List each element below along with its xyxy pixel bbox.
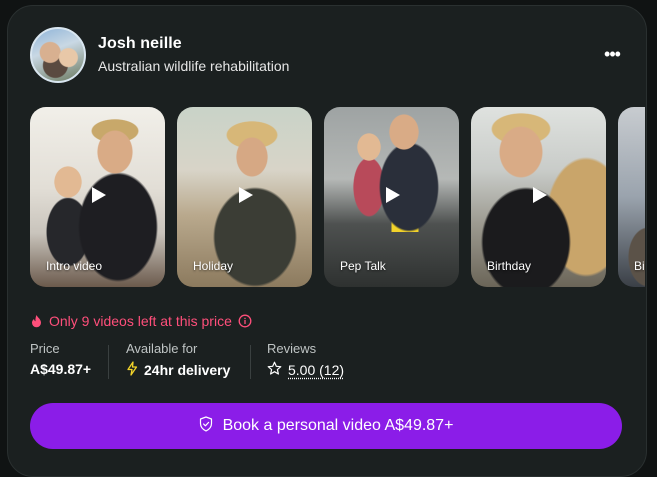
play-icon	[239, 187, 253, 203]
star-icon	[267, 361, 282, 379]
video-card-intro[interactable]: Intro video	[30, 107, 165, 287]
play-icon	[92, 187, 106, 203]
availability-warning-text: Only 9 videos left at this price	[49, 313, 232, 329]
video-carousel[interactable]: Intro video Holiday Pep Talk Birthday Bi	[30, 107, 645, 287]
availability-label: Available for	[126, 341, 230, 356]
play-icon	[533, 187, 547, 203]
book-video-button[interactable]: Book a personal video A$49.87+	[30, 403, 622, 449]
video-label: Holiday	[193, 259, 233, 273]
availability-warning: Only 9 videos left at this price	[30, 313, 252, 329]
book-video-button-label: Book a personal video A$49.87+	[223, 417, 454, 435]
divider	[250, 345, 251, 379]
video-card-partial[interactable]: Bi	[618, 107, 645, 287]
avatar[interactable]	[30, 27, 86, 83]
shield-check-icon	[199, 416, 213, 437]
video-label: Intro video	[46, 259, 102, 273]
video-card-pep-talk[interactable]: Pep Talk	[324, 107, 459, 287]
creator-subtitle: Australian wildlife rehabilitation	[98, 58, 289, 74]
more-dots-icon[interactable]: •••	[600, 42, 624, 66]
video-label: Pep Talk	[340, 259, 386, 273]
price-label: Price	[30, 341, 91, 356]
stats-row: Price A$49.87+ Available for 24hr delive…	[30, 341, 630, 381]
lightning-icon	[126, 361, 138, 379]
reviews-link[interactable]: 5.00 (12)	[288, 362, 344, 378]
video-label: Birthday	[487, 259, 531, 273]
video-card-birthday[interactable]: Birthday	[471, 107, 606, 287]
price-stat: Price A$49.87+	[30, 341, 91, 377]
price-value: A$49.87+	[30, 361, 91, 377]
video-label: Bi	[634, 259, 645, 273]
reviews-stat: Reviews 5.00 (12)	[267, 341, 344, 379]
reviews-label: Reviews	[267, 341, 344, 356]
divider	[108, 345, 109, 379]
availability-value: 24hr delivery	[144, 362, 230, 378]
fire-icon	[30, 314, 43, 328]
availability-stat: Available for 24hr delivery	[126, 341, 230, 379]
video-card-holiday[interactable]: Holiday	[177, 107, 312, 287]
info-icon[interactable]	[238, 314, 252, 328]
play-icon	[386, 187, 400, 203]
creator-name[interactable]: Josh neille	[98, 35, 182, 53]
